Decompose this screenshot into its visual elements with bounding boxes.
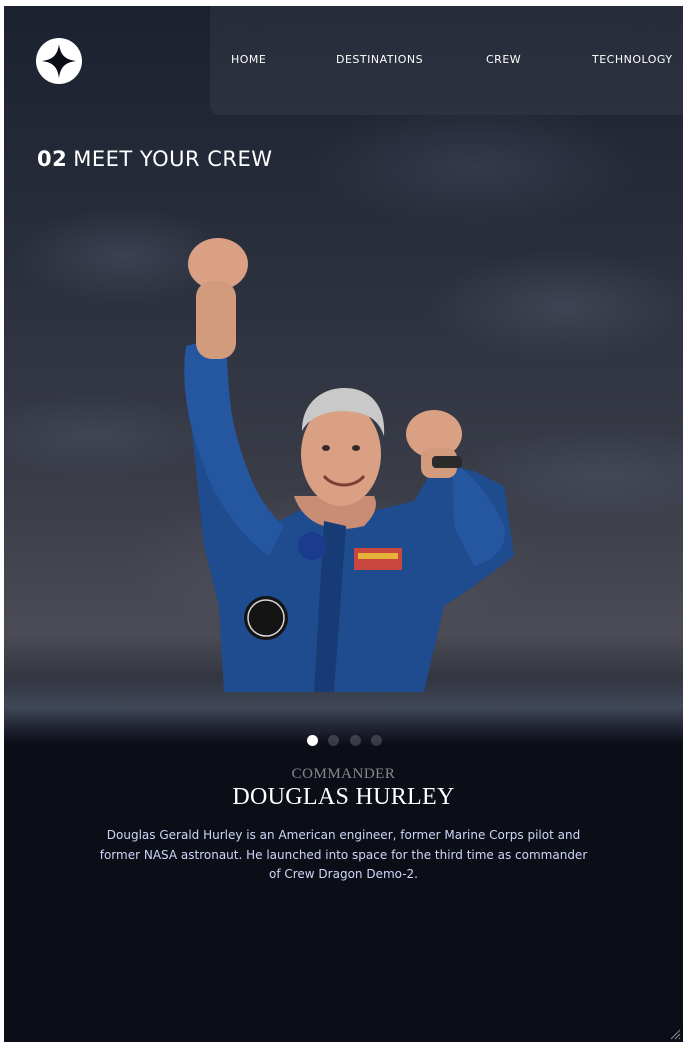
- nav-destinations-link[interactable]: DESTINATIONS: [336, 53, 423, 69]
- main-nav: HOME DESTINATIONS CREW TECHNOLOGY: [210, 6, 683, 115]
- slide-dot-4[interactable]: [371, 735, 382, 746]
- star-logo-icon[interactable]: [36, 38, 82, 84]
- page-number: 02: [37, 147, 68, 171]
- app-frame: HOME DESTINATIONS CREW TECHNOLOGY 02 MEET…: [4, 6, 683, 1042]
- crew-bio: Douglas Gerald Hurley is an American eng…: [99, 828, 588, 881]
- page-title: 02 MEET YOUR CREW: [37, 147, 273, 179]
- page-title-text: MEET YOUR CREW: [73, 147, 273, 171]
- nav-technology-link[interactable]: TECHNOLOGY: [592, 53, 673, 69]
- crew-name: DOUGLAS HURLEY: [232, 784, 455, 810]
- slide-dot-1[interactable]: [307, 735, 318, 746]
- nav-crew-link[interactable]: CREW: [486, 53, 521, 69]
- nav-home-link[interactable]: HOME: [231, 53, 266, 69]
- crew-role: COMMANDER: [291, 766, 396, 782]
- resize-grip-icon[interactable]: [669, 1028, 681, 1040]
- slide-dot-3[interactable]: [350, 735, 361, 746]
- slide-dot-2[interactable]: [328, 735, 339, 746]
- crew-member-image: [184, 238, 514, 692]
- crew-slider-dots: [307, 735, 387, 747]
